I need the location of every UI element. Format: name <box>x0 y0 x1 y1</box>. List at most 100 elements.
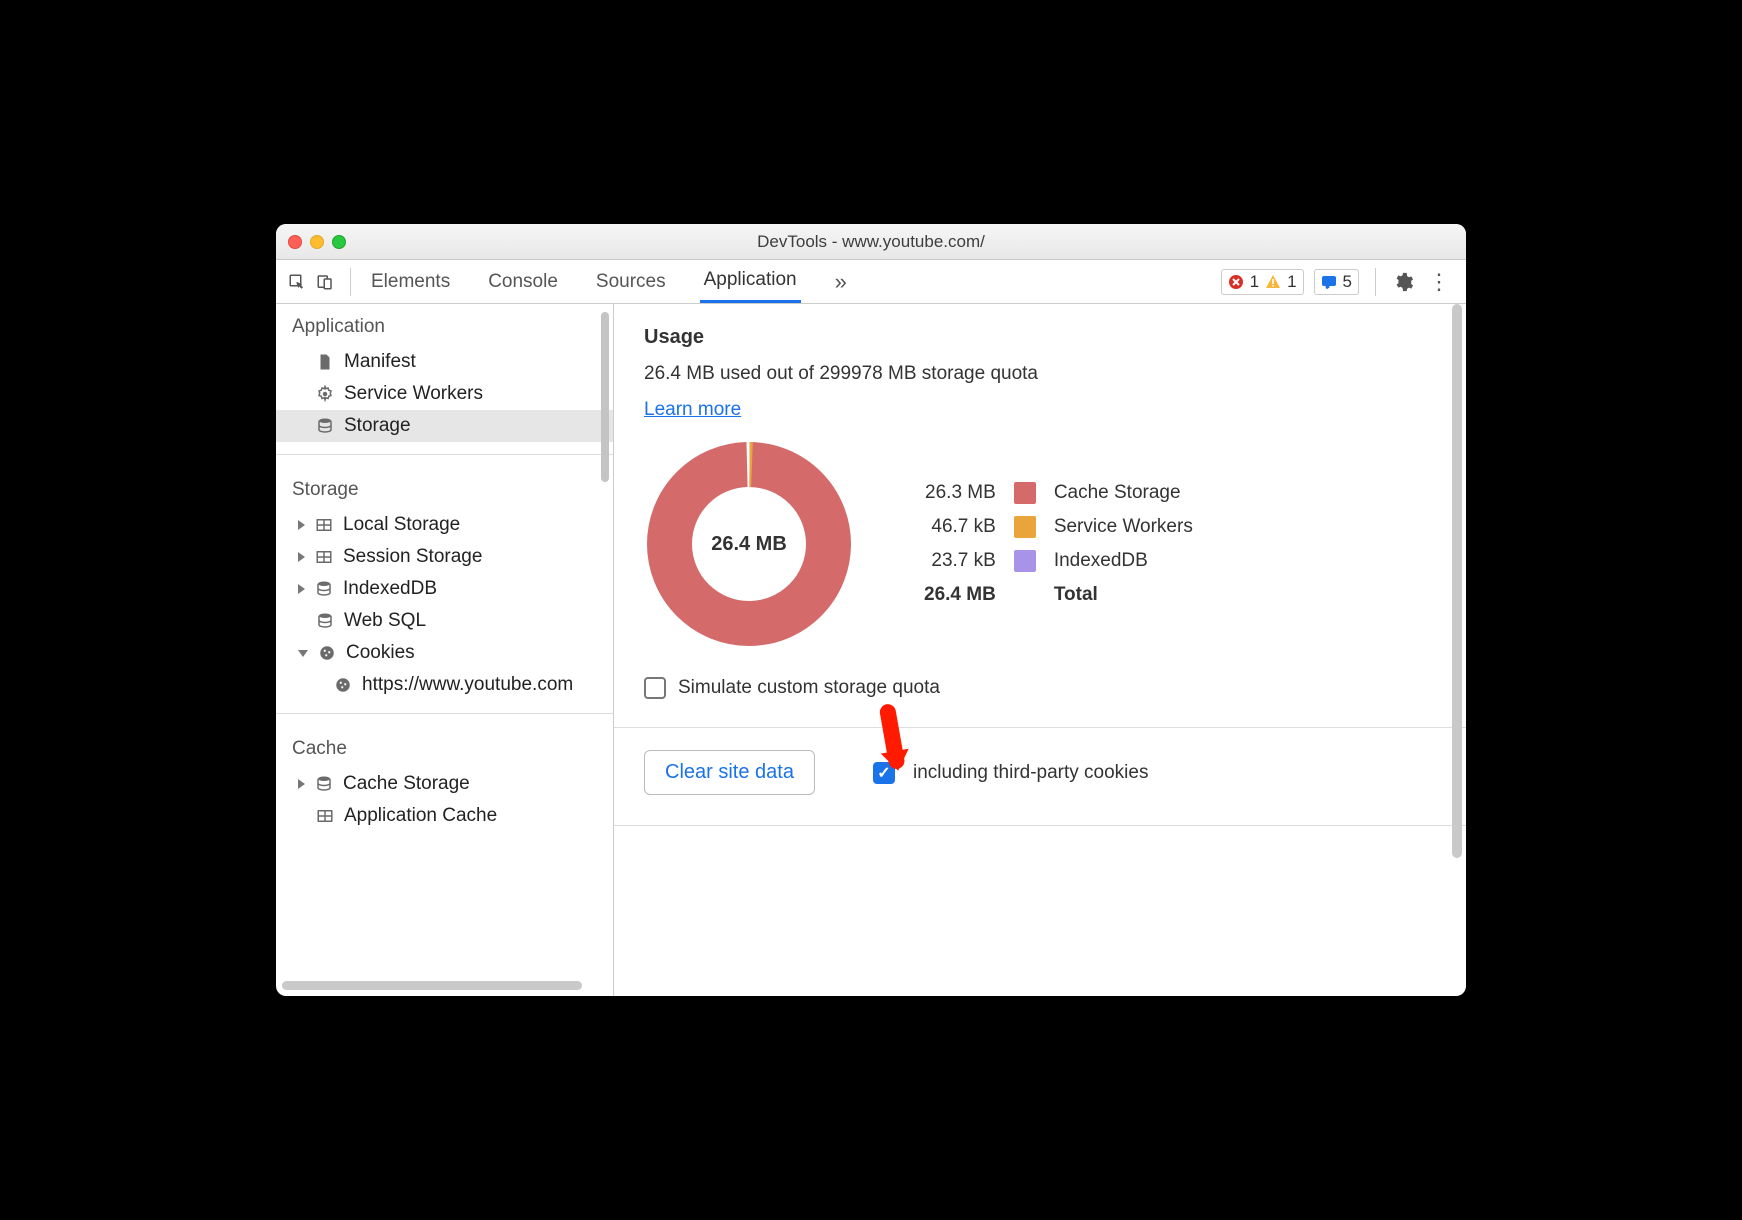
sidebar-item-label: Web SQL <box>344 610 426 632</box>
section-cache-title: Cache <box>276 726 613 768</box>
cookie-icon <box>334 676 352 694</box>
sidebar-scrollbar-thumb[interactable] <box>601 312 609 482</box>
window-title: DevTools - www.youtube.com/ <box>276 232 1466 252</box>
usage-donut-chart: 26.4 MB <box>644 439 854 649</box>
legend-total-label: Total <box>1054 584 1193 606</box>
kebab-menu-icon[interactable]: ⋮ <box>1424 269 1454 295</box>
legend-total-size: 26.4 MB <box>924 584 996 606</box>
divider <box>350 268 351 296</box>
inspect-element-icon[interactable] <box>288 273 306 291</box>
content-area: Application Manifest Service Workers Sto… <box>276 304 1466 996</box>
warning-icon <box>1265 274 1281 290</box>
disclosure-right-icon[interactable] <box>298 520 305 530</box>
section-application-title: Application <box>276 304 613 346</box>
settings-gear-icon[interactable] <box>1392 271 1414 293</box>
tab-console[interactable]: Console <box>484 260 562 303</box>
tabs-overflow-button[interactable]: » <box>831 260 851 303</box>
legend-label: IndexedDB <box>1054 550 1193 572</box>
table-icon <box>315 548 333 566</box>
sidebar-item-label: Cookies <box>346 642 415 664</box>
simulate-quota-checkbox[interactable] <box>644 677 666 699</box>
sidebar-item-manifest[interactable]: Manifest <box>276 346 613 378</box>
application-sidebar: Application Manifest Service Workers Sto… <box>276 304 614 996</box>
legend-swatch-indexeddb <box>1014 550 1036 572</box>
legend-swatch-service-workers <box>1014 516 1036 538</box>
database-icon <box>316 612 334 630</box>
legend-label: Service Workers <box>1054 516 1193 538</box>
usage-legend: 26.3 MB Cache Storage 46.7 kB Service Wo… <box>924 482 1193 606</box>
tab-application[interactable]: Application <box>700 260 801 303</box>
divider <box>1375 268 1376 296</box>
divider <box>276 713 613 714</box>
legend-size: 46.7 kB <box>924 516 996 538</box>
sidebar-item-label: Local Storage <box>343 514 460 536</box>
storage-panel: Usage 26.4 MB used out of 299978 MB stor… <box>614 304 1466 996</box>
window-controls <box>288 235 346 249</box>
legend-size: 23.7 kB <box>924 550 996 572</box>
divider <box>614 825 1466 826</box>
tab-sources[interactable]: Sources <box>592 260 670 303</box>
sidebar-item-label: IndexedDB <box>343 578 437 600</box>
error-count: 1 <box>1250 272 1259 292</box>
panel-tabs: Elements Console Sources Application » <box>367 260 851 303</box>
sidebar-item-cookie-origin[interactable]: https://www.youtube.com <box>276 669 613 701</box>
sidebar-item-label: Cache Storage <box>343 773 470 795</box>
minimize-window-button[interactable] <box>310 235 324 249</box>
clear-site-data-button[interactable]: Clear site data <box>644 750 815 795</box>
table-icon <box>315 516 333 534</box>
sidebar-item-label: https://www.youtube.com <box>362 674 573 696</box>
usage-heading: Usage <box>644 326 1436 349</box>
disclosure-right-icon[interactable] <box>298 552 305 562</box>
titlebar: DevTools - www.youtube.com/ <box>276 224 1466 260</box>
cookie-icon <box>318 644 336 662</box>
third-party-cookies-checkbox[interactable] <box>873 762 895 784</box>
database-icon <box>316 417 334 435</box>
learn-more-link[interactable]: Learn more <box>644 399 741 420</box>
sidebar-item-local-storage[interactable]: Local Storage <box>276 509 613 541</box>
warning-count: 1 <box>1287 272 1296 292</box>
sidebar-item-cache-storage[interactable]: Cache Storage <box>276 768 613 800</box>
sidebar-item-indexeddb[interactable]: IndexedDB <box>276 573 613 605</box>
devtools-window: DevTools - www.youtube.com/ Elements Con… <box>276 224 1466 996</box>
close-window-button[interactable] <box>288 235 302 249</box>
disclosure-down-icon[interactable] <box>298 650 308 657</box>
sidebar-item-session-storage[interactable]: Session Storage <box>276 541 613 573</box>
sidebar-item-storage[interactable]: Storage <box>276 410 613 442</box>
zoom-window-button[interactable] <box>332 235 346 249</box>
disclosure-right-icon[interactable] <box>298 584 305 594</box>
sidebar-item-websql[interactable]: Web SQL <box>276 605 613 637</box>
main-scrollbar-track <box>1450 304 1464 996</box>
file-icon <box>316 353 334 371</box>
sidebar-item-label: Service Workers <box>344 383 483 405</box>
divider <box>276 454 613 455</box>
device-toggle-icon[interactable] <box>316 273 334 291</box>
table-icon <box>316 807 334 825</box>
tab-elements[interactable]: Elements <box>367 260 454 303</box>
gear-icon <box>316 385 334 403</box>
section-storage-title: Storage <box>276 467 613 509</box>
third-party-cookies-label: including third-party cookies <box>913 762 1149 784</box>
donut-center-label: 26.4 MB <box>644 439 854 649</box>
database-icon <box>315 775 333 793</box>
database-icon <box>315 580 333 598</box>
error-icon <box>1228 274 1244 290</box>
sidebar-item-label: Storage <box>344 415 411 437</box>
sidebar-horizontal-scrollbar-thumb[interactable] <box>282 981 582 990</box>
disclosure-right-icon[interactable] <box>298 779 305 789</box>
sidebar-item-cookies[interactable]: Cookies <box>276 637 613 669</box>
message-icon <box>1321 274 1337 290</box>
legend-swatch-cache-storage <box>1014 482 1036 504</box>
usage-text: 26.4 MB used out of 299978 MB storage qu… <box>644 363 1436 385</box>
messages-badge[interactable]: 5 <box>1314 269 1359 295</box>
legend-label: Cache Storage <box>1054 482 1193 504</box>
sidebar-item-label: Session Storage <box>343 546 482 568</box>
main-scrollbar-thumb[interactable] <box>1452 304 1462 858</box>
message-count: 5 <box>1343 272 1352 292</box>
issues-badge[interactable]: 1 1 <box>1221 269 1304 295</box>
sidebar-item-application-cache[interactable]: Application Cache <box>276 800 613 832</box>
divider <box>614 727 1466 728</box>
sidebar-item-label: Manifest <box>344 351 416 373</box>
sidebar-item-service-workers[interactable]: Service Workers <box>276 378 613 410</box>
devtools-toolbar: Elements Console Sources Application » 1… <box>276 260 1466 304</box>
simulate-quota-label: Simulate custom storage quota <box>678 677 940 699</box>
